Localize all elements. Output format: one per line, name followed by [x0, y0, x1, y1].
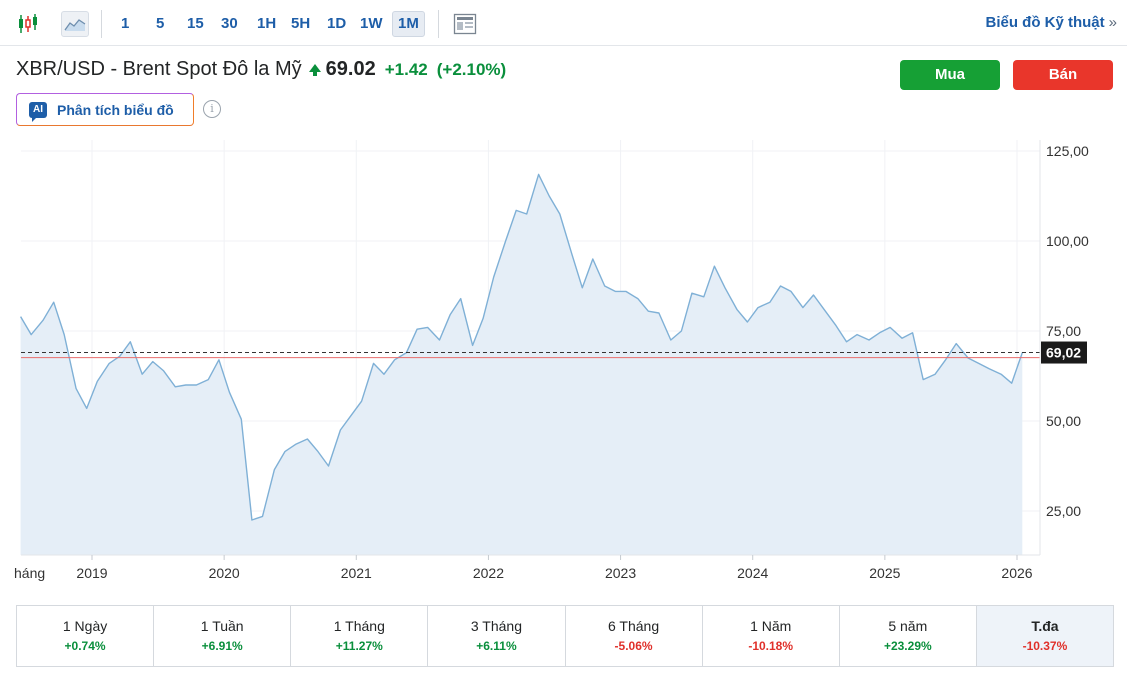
indicators-icon[interactable] — [451, 11, 479, 37]
x-tick-label: 2020 — [209, 565, 240, 581]
period-1m[interactable]: 1M — [392, 11, 425, 37]
perf-label: 1 Tháng — [333, 618, 385, 634]
price-change: +1.42 — [384, 60, 428, 79]
candlestick-icon[interactable] — [14, 11, 42, 37]
buy-button[interactable]: Mua — [900, 60, 1000, 90]
technical-chart-label: Biểu đồ Kỹ thuật — [985, 14, 1105, 31]
perf-cell-5-year[interactable]: 5 năm +23.29% — [840, 606, 977, 666]
x-tick-label: 2026 — [1001, 565, 1032, 581]
perf-label: 5 năm — [888, 618, 928, 634]
ai-chart-analysis-button[interactable]: AI Phân tích biểu đồ — [16, 93, 194, 126]
perf-value: +11.27% — [335, 639, 383, 653]
y-tick-label: 100,00 — [1046, 233, 1089, 249]
x-tick-label: 2025 — [869, 565, 900, 581]
perf-label: 6 Tháng — [608, 618, 660, 634]
instrument-price: 69.02 — [325, 58, 376, 80]
perf-cell-1-month[interactable]: 1 Tháng +11.27% — [291, 606, 429, 666]
perf-label: 3 Tháng — [470, 618, 522, 634]
price-chart-svg[interactable]: Investing.com125,00100,0075,0050,0025,00… — [0, 140, 1127, 590]
x-tick-label: 2023 — [605, 565, 636, 581]
performance-table: 1 Ngày +0.74% 1 Tuần +6.91% 1 Tháng +11.… — [16, 605, 1114, 667]
info-icon[interactable]: i — [203, 100, 221, 118]
instrument-header: XBR/USD - Brent Spot Đô la Mỹ 69.02 +1.4… — [16, 58, 506, 84]
period-1w[interactable]: 1W — [355, 11, 388, 37]
y-tick-label: 125,00 — [1046, 143, 1089, 159]
chart-toolbar: 1 5 15 30 1H 5H 1D 1W 1M Biểu đồ Kỹ thuậ… — [0, 0, 1127, 46]
perf-cell-max[interactable]: T.đa -10.37% — [976, 606, 1113, 666]
ai-badge-icon: AI — [29, 101, 47, 122]
up-arrow-icon — [308, 64, 321, 76]
price-change-percent: (+2.10%) — [436, 60, 507, 79]
period-15[interactable]: 15 — [182, 11, 209, 37]
current-price-label: 69,02 — [1046, 345, 1081, 361]
perf-cell-3-month[interactable]: 3 Tháng +6.11% — [428, 606, 566, 666]
perf-value: +6.11% — [476, 639, 517, 653]
y-tick-label: 25,00 — [1046, 503, 1081, 519]
technical-chart-link[interactable]: Biểu đồ Kỹ thuật» — [985, 14, 1117, 31]
price-chart[interactable]: Investing.com125,00100,0075,0050,0025,00… — [0, 140, 1127, 590]
period-1[interactable]: 1 — [116, 11, 134, 37]
x-tick-label: 2024 — [737, 565, 768, 581]
y-tick-label: 75,00 — [1046, 323, 1081, 339]
perf-value: -5.06% — [614, 639, 653, 653]
perf-label: 1 Tuần — [200, 618, 244, 634]
perf-value: +6.91% — [201, 639, 243, 653]
sell-button[interactable]: Bán — [1013, 60, 1113, 90]
period-5[interactable]: 5 — [151, 11, 169, 37]
perf-cell-6-month[interactable]: 6 Tháng -5.06% — [566, 606, 703, 666]
perf-value: +0.74% — [64, 639, 106, 653]
period-1d[interactable]: 1D — [322, 11, 351, 37]
double-chevron-right-icon: » — [1108, 14, 1117, 31]
period-5h[interactable]: 5H — [286, 11, 315, 37]
toolbar-divider — [101, 10, 102, 38]
perf-value: +23.29% — [883, 639, 932, 653]
perf-value: -10.18% — [748, 639, 794, 653]
ai-analysis-label: Phân tích biểu đồ — [57, 101, 174, 118]
perf-value: -10.37% — [1022, 639, 1068, 653]
instrument-name: XBR/USD - Brent Spot Đô la Mỹ — [16, 58, 302, 80]
price-area-fill — [20, 174, 1023, 555]
period-1h[interactable]: 1H — [252, 11, 281, 37]
perf-label: T.đa — [1031, 618, 1059, 634]
perf-cell-1-day[interactable]: 1 Ngày +0.74% — [17, 606, 155, 666]
period-30[interactable]: 30 — [216, 11, 243, 37]
perf-label: 1 Ngày — [62, 618, 108, 634]
y-tick-label: 50,00 — [1046, 413, 1081, 429]
toolbar-divider — [438, 10, 439, 38]
x-tick-label: 2021 — [341, 565, 372, 581]
perf-cell-1-week[interactable]: 1 Tuần +6.91% — [154, 606, 292, 666]
perf-cell-1-year[interactable]: 1 Năm -10.18% — [703, 606, 840, 666]
perf-label: 1 Năm — [750, 618, 792, 634]
x-tick-label: 2022 — [473, 565, 504, 581]
area-chart-icon[interactable] — [61, 11, 89, 37]
x-tick-label: 2019 — [76, 565, 107, 581]
x-tick-label: háng — [14, 565, 45, 581]
